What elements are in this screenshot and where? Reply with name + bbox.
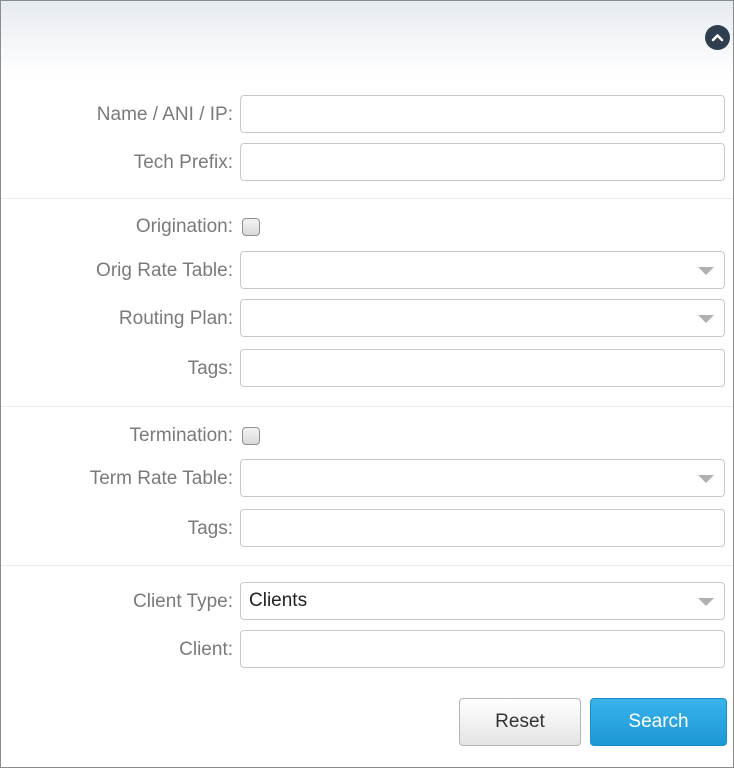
tech-prefix-row: Tech Prefix: xyxy=(1,143,733,183)
term-tags-row: Tags: xyxy=(1,509,733,549)
term-tags-label: Tags: xyxy=(187,518,233,539)
term-rate-table-row: Term Rate Table: xyxy=(1,459,733,499)
section-divider xyxy=(1,406,733,407)
client-type-value: Clients xyxy=(249,590,308,611)
section-divider xyxy=(1,198,733,199)
panel-header xyxy=(1,1,733,77)
client-label: Client: xyxy=(179,639,233,660)
routing-plan-select[interactable] xyxy=(240,299,725,337)
name-ani-ip-row: Name / ANI / IP: xyxy=(1,95,733,135)
orig-rate-table-select[interactable] xyxy=(240,251,725,289)
orig-tags-label: Tags: xyxy=(187,358,233,379)
term-rate-table-select[interactable] xyxy=(240,459,725,497)
name-ani-ip-input[interactable] xyxy=(240,95,725,133)
routing-plan-label: Routing Plan: xyxy=(118,308,233,329)
client-type-row: Client Type: Clients xyxy=(1,582,733,622)
termination-label: Termination: xyxy=(129,425,234,446)
reset-button[interactable]: Reset xyxy=(459,698,581,746)
caret-down-icon xyxy=(698,475,714,483)
collapse-button[interactable] xyxy=(705,25,730,50)
origination-label: Origination: xyxy=(135,216,233,237)
name-ani-ip-label: Name / ANI / IP: xyxy=(96,104,233,125)
caret-down-icon xyxy=(698,315,714,323)
client-input[interactable] xyxy=(240,630,725,668)
term-tags-input[interactable] xyxy=(240,509,725,547)
orig-rate-table-label: Orig Rate Table: xyxy=(96,260,233,281)
filter-panel: Name / ANI / IP: Tech Prefix: Originatio… xyxy=(0,0,734,768)
origination-row: Origination: xyxy=(1,207,733,247)
section-divider xyxy=(1,565,733,566)
term-rate-table-label: Term Rate Table: xyxy=(89,468,233,489)
tech-prefix-label: Tech Prefix: xyxy=(133,152,233,173)
caret-down-icon xyxy=(698,267,714,275)
tech-prefix-input[interactable] xyxy=(240,143,725,181)
orig-tags-row: Tags: xyxy=(1,349,733,389)
orig-tags-input[interactable] xyxy=(240,349,725,387)
client-type-select[interactable]: Clients xyxy=(240,582,725,620)
chevron-up-icon xyxy=(711,34,724,42)
termination-row: Termination: xyxy=(1,416,733,456)
caret-down-icon xyxy=(698,598,714,606)
search-button[interactable]: Search xyxy=(590,698,727,746)
routing-plan-row: Routing Plan: xyxy=(1,299,733,339)
termination-checkbox[interactable] xyxy=(242,427,260,445)
orig-rate-table-row: Orig Rate Table: xyxy=(1,251,733,291)
origination-checkbox[interactable] xyxy=(242,218,260,236)
client-row: Client: xyxy=(1,630,733,670)
client-type-label: Client Type: xyxy=(133,591,233,612)
